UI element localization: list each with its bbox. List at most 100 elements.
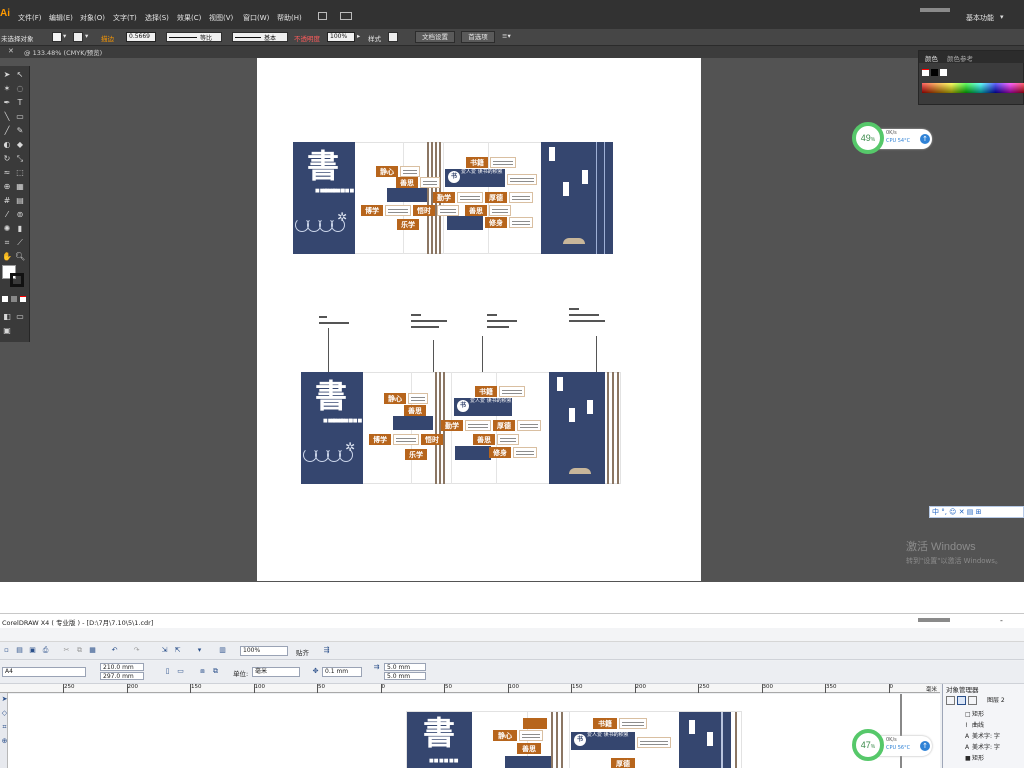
accelerate-icon-2[interactable]: ↑ xyxy=(920,741,930,751)
scale-tool-icon[interactable]: ⤡ xyxy=(15,154,25,163)
opacity-label[interactable]: 不透明度 xyxy=(294,33,320,43)
workspace-switcher[interactable]: 基本功能 xyxy=(918,7,1000,22)
artboard[interactable]: 書 ■■■ ■■■ ■■■ ■■■ ✲ 静心 善思 勤学 厚德 xyxy=(257,58,701,581)
menu-select[interactable]: 选择(S) xyxy=(145,13,169,23)
menu-window[interactable]: 窗口(W) xyxy=(243,13,269,23)
stroke-label[interactable]: 描边 xyxy=(101,33,114,43)
drawing-canvas[interactable]: 書 ■■ ■■ ■■ 静心 善思 书籍 书爱人爱 读书的积累 厚德 xyxy=(8,694,940,768)
copy-icon[interactable]: ⧉ xyxy=(75,646,84,655)
change-screen-mode-icon[interactable]: ▣ xyxy=(2,326,12,335)
zoom-tool-icon[interactable]: 🔍︎ xyxy=(15,252,25,261)
shape-builder-tool-icon[interactable]: ⊕ xyxy=(2,182,12,191)
paste-icon[interactable]: ▦ xyxy=(88,646,97,655)
pen-tool-icon[interactable]: ✒ xyxy=(2,98,12,107)
current-page-icon[interactable]: ⧉ xyxy=(211,667,220,676)
undo-icon[interactable]: ↶ xyxy=(110,646,119,655)
minimize-button[interactable] xyxy=(918,618,950,622)
cpu-monitor-widget-2[interactable]: 47% 0K/s CPU 56°C ↑ xyxy=(852,729,936,763)
object-list-item[interactable]: ■矩形 xyxy=(965,753,984,762)
import-icon[interactable]: ⇲ xyxy=(160,646,169,655)
fill-dropdown-icon[interactable]: ▾ xyxy=(63,32,66,40)
object-list-item[interactable]: A 美术字: 字 xyxy=(965,742,1000,751)
black-swatch[interactable] xyxy=(931,69,938,76)
free-transform-tool-icon[interactable]: ⬚ xyxy=(15,168,25,177)
symbol-sprayer-tool-icon[interactable]: ✺ xyxy=(2,224,12,233)
page-size-select[interactable]: A4 xyxy=(2,667,86,677)
layer-name[interactable]: 图层 2 xyxy=(987,695,1005,704)
open-icon[interactable]: ▤ xyxy=(15,646,24,655)
slice-tool-icon[interactable]: ⟋ xyxy=(15,238,25,247)
page-width-input[interactable]: 210.0 mm xyxy=(100,663,144,671)
page-height-input[interactable]: 297.0 mm xyxy=(100,672,144,680)
draw-mode-icon[interactable]: ◧ xyxy=(2,312,12,321)
lasso-tool-icon[interactable]: ◌ xyxy=(15,84,25,93)
color-mode-button[interactable] xyxy=(2,296,8,302)
stroke-color-box[interactable] xyxy=(10,273,24,287)
menu-type[interactable]: 文字(T) xyxy=(113,13,137,23)
document-setup-button[interactable]: 文档设置 xyxy=(415,31,455,43)
bridge-icon[interactable] xyxy=(318,12,327,20)
graphic-style-swatch[interactable] xyxy=(388,32,398,42)
mesh-tool-icon[interactable]: # xyxy=(2,196,12,205)
none-swatch[interactable] xyxy=(922,69,929,76)
workspace-dropdown-icon[interactable]: ▾ xyxy=(1000,13,1004,21)
welcome-screen-icon[interactable]: ▥ xyxy=(218,646,227,655)
artboard-tool-icon[interactable]: ⌗ xyxy=(2,238,12,247)
zoom-level-select[interactable]: 100% xyxy=(240,646,288,656)
paintbrush-tool-icon[interactable]: ╱ xyxy=(2,126,12,135)
show-properties-icon[interactable] xyxy=(946,696,955,705)
opacity-input[interactable]: 100% xyxy=(327,32,355,42)
horizontal-ruler[interactable]: 250 200 150 100 50 0 50 100 150 200 250 300 350 0 毫米 xyxy=(0,684,940,693)
all-pages-icon[interactable]: ⧈ xyxy=(198,667,207,676)
magic-wand-tool-icon[interactable]: ✶ xyxy=(2,84,12,93)
blend-tool-icon[interactable]: ⊚ xyxy=(15,210,25,219)
gradient-tool-icon[interactable]: ▤ xyxy=(15,196,25,205)
save-icon[interactable]: ▣ xyxy=(28,646,37,655)
color-spectrum[interactable] xyxy=(922,83,1024,93)
stroke-weight-input[interactable]: 0.5669 xyxy=(126,32,156,42)
screen-mode-icon[interactable]: ▭ xyxy=(15,312,25,321)
rotate-tool-icon[interactable]: ↻ xyxy=(2,154,12,163)
cpu-monitor-widget[interactable]: 49% 0K/s CPU 54°C ↑ xyxy=(852,122,936,156)
opacity-dropdown-icon[interactable]: ▸ xyxy=(357,32,360,40)
gradient-mode-button[interactable] xyxy=(11,296,17,302)
line-tool-icon[interactable]: ╲ xyxy=(2,112,12,121)
eraser-tool-icon[interactable]: ◆ xyxy=(15,140,25,149)
white-swatch[interactable] xyxy=(940,69,947,76)
menu-edit[interactable]: 编辑(E) xyxy=(49,13,73,23)
wall-design-bottom[interactable]: 書 ■■■ ■■■ ■■■ ■■■ ✲ 静心 善思 书籍 xyxy=(301,372,621,484)
menu-effect[interactable]: 效果(C) xyxy=(177,13,201,23)
preferences-button[interactable]: 首选项 xyxy=(461,31,495,43)
landscape-icon[interactable]: ▭ xyxy=(176,667,185,676)
wall-design-top[interactable]: 書 ■■■ ■■■ ■■■ ■■■ ✲ 静心 善思 勤学 厚德 xyxy=(293,142,613,254)
selection-tool-icon[interactable]: ➤ xyxy=(2,70,12,79)
edit-across-layers-icon[interactable] xyxy=(957,696,966,705)
menu-file[interactable]: 文件(F) xyxy=(18,13,42,23)
width-tool-icon[interactable]: ≈ xyxy=(2,168,12,177)
duplicate-y-input[interactable]: 5.0 mm xyxy=(384,672,426,680)
rectangle-tool-icon[interactable]: ▭ xyxy=(15,112,25,121)
document-tab[interactable]: ✕ @ 133.48% (CMYK/预览) xyxy=(0,46,1024,58)
variable-width-profile[interactable]: 等比 xyxy=(166,32,222,42)
export-icon[interactable]: ⇱ xyxy=(173,646,182,655)
stroke-swatch[interactable] xyxy=(73,32,83,42)
menu-view[interactable]: 视图(V) xyxy=(209,13,233,23)
hand-tool-icon[interactable]: ✋ xyxy=(2,252,12,261)
restore-icon[interactable]: - xyxy=(1000,616,1003,625)
arrange-documents-icon[interactable] xyxy=(340,12,352,20)
brush-definition[interactable]: 基本 xyxy=(232,32,288,42)
layer-manager-view-icon[interactable] xyxy=(968,696,977,705)
redo-icon[interactable]: ↷ xyxy=(132,646,141,655)
menu-object[interactable]: 对象(O) xyxy=(80,13,105,23)
object-list-item[interactable]: ⌇ 曲线 xyxy=(965,720,984,729)
none-mode-button[interactable] xyxy=(20,296,26,302)
direct-selection-tool-icon[interactable]: ↖ xyxy=(15,70,25,79)
pencil-tool-icon[interactable]: ✎ xyxy=(15,126,25,135)
snap-to-dropdown[interactable]: 贴齐 xyxy=(296,647,309,657)
object-list-item[interactable]: □矩形 xyxy=(965,709,984,718)
units-select[interactable]: 毫米 xyxy=(252,667,300,677)
column-graph-tool-icon[interactable]: ▮ xyxy=(15,224,25,233)
ime-toolbar[interactable]: 中 °, ☺ ✕ ▤ ⊞ xyxy=(929,506,1024,518)
type-tool-icon[interactable]: T xyxy=(15,98,25,107)
wall-design-preview[interactable]: 書 ■■ ■■ ■■ 静心 善思 书籍 书爱人爱 读书的积累 厚德 xyxy=(406,711,742,768)
